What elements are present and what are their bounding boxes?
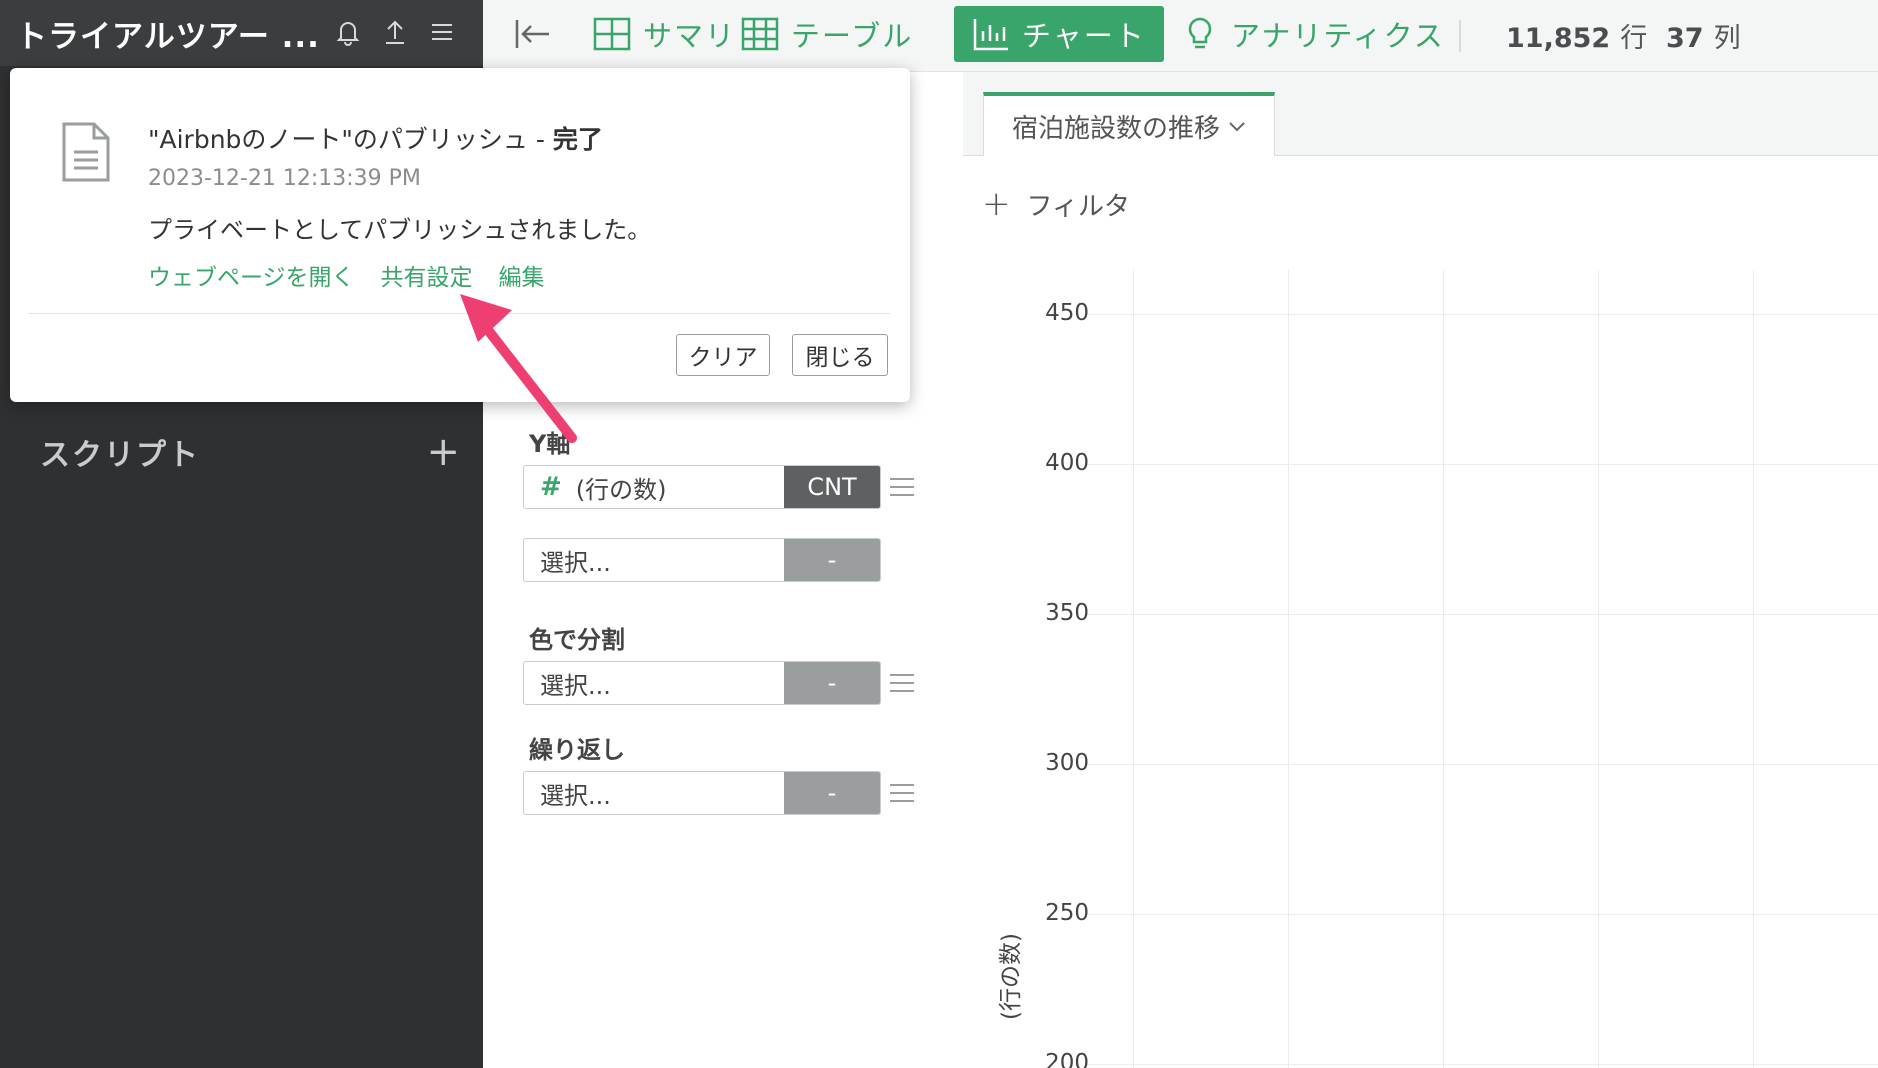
column-count-value: 37 — [1666, 23, 1704, 54]
x-gridline — [1133, 270, 1134, 1068]
analytics-label: アナリティクス — [1231, 19, 1445, 53]
color-split-field[interactable]: 選択... — [524, 662, 784, 704]
repeat-label: 繰り返し — [529, 736, 625, 764]
repeat-select[interactable]: 選択... - — [523, 771, 881, 815]
y-gridline — [1085, 764, 1878, 765]
x-gridline — [1288, 270, 1289, 1068]
color-split-label: 色で分割 — [529, 626, 625, 654]
close-button[interactable]: 閉じる — [792, 334, 888, 376]
x-gridline — [1753, 270, 1754, 1068]
popup-message: プライベートとしてパブリッシュされました。 — [148, 216, 652, 244]
chevron-down-icon — [1229, 122, 1245, 132]
toolbar-divider — [1459, 20, 1461, 52]
repeat-aggregation[interactable]: - — [784, 772, 880, 814]
y-gridline — [1085, 314, 1878, 315]
repeat-field[interactable]: 選択... — [524, 772, 784, 814]
add-filter-button[interactable]: + フィルタ — [982, 184, 1130, 224]
y-tick-label: 300 — [1045, 750, 1089, 776]
number-type-icon: # — [540, 472, 562, 502]
column-count: 37 列 — [1666, 16, 1741, 55]
y-gridline — [1085, 914, 1878, 915]
y-tick-label: 350 — [1045, 600, 1089, 626]
chart-area: (行の数) 450 400 350 300 250 200 — [963, 250, 1878, 1068]
table-button[interactable]: テーブル — [723, 6, 931, 62]
clear-button[interactable]: クリア — [676, 334, 770, 376]
row-count-unit: 行 — [1620, 23, 1648, 54]
repeat-menu-icon[interactable] — [890, 784, 914, 804]
collapse-sidebar-icon[interactable] — [513, 16, 553, 52]
y-gridline — [1085, 464, 1878, 465]
plus-icon: + — [982, 184, 1011, 224]
add-script-button[interactable]: + — [426, 432, 460, 472]
chart-button[interactable]: チャート — [954, 6, 1164, 62]
popup-title-text: "Airbnbのノート"のパブリッシュ - — [148, 125, 553, 154]
y-gridline — [1085, 614, 1878, 615]
share-settings-link[interactable]: 共有設定 — [381, 258, 473, 292]
table-icon — [741, 17, 779, 51]
popup-divider — [28, 313, 890, 314]
summary-grid-icon — [593, 17, 631, 51]
color-split-aggregation[interactable]: - — [784, 662, 880, 704]
document-icon — [60, 120, 112, 184]
tab-lodging-trend[interactable]: 宿泊施設数の推移 — [983, 92, 1276, 156]
bar-chart-icon — [973, 19, 1008, 51]
filter-label: フィルタ — [1026, 191, 1130, 222]
y-axis-field[interactable]: # (行の数) — [524, 466, 784, 508]
y-tick-label: 450 — [1045, 300, 1089, 326]
y-axis-value: (行の数) — [575, 475, 667, 504]
menu-icon[interactable] — [424, 14, 460, 50]
popup-timestamp: 2023-12-21 12:13:39 PM — [148, 166, 421, 191]
column-count-unit: 列 — [1713, 23, 1741, 54]
table-label: テーブル — [791, 19, 914, 53]
color-split-menu-icon[interactable] — [890, 674, 914, 694]
analytics-button[interactable]: アナリティクス — [1163, 6, 1463, 62]
chart-label: チャート — [1022, 19, 1146, 53]
open-webpage-link[interactable]: ウェブページを開く — [148, 258, 355, 292]
popup-title-status: 完了 — [552, 125, 603, 154]
y-tick-label: 200 — [1045, 1050, 1089, 1068]
y-axis-select[interactable]: # (行の数) CNT — [523, 465, 881, 509]
x-gridline — [1443, 270, 1444, 1068]
toolbar: サマリ テーブル チャート アナリティクス 11,852 行 37 列 — [483, 0, 1878, 72]
upload-icon[interactable] — [377, 14, 413, 50]
y-axis-aggregation[interactable]: CNT — [784, 466, 880, 508]
y-axis-label: Y軸 — [529, 430, 571, 458]
x-gridline — [1598, 270, 1599, 1068]
project-title[interactable]: トライアルツアー ... — [16, 11, 326, 56]
notification-popup: "Airbnbのノート"のパブリッシュ - 完了 2023-12-21 12:1… — [10, 68, 910, 402]
y-tick-label: 400 — [1045, 450, 1089, 476]
section-title: スクリプト — [40, 438, 200, 473]
y-gridline — [1085, 1064, 1878, 1065]
row-count: 11,852 行 — [1506, 16, 1647, 55]
popup-title: "Airbnbのノート"のパブリッシュ - 完了 — [148, 120, 603, 156]
bell-icon[interactable] — [330, 14, 366, 50]
color-split-select[interactable]: 選択... - — [523, 661, 881, 705]
lightbulb-icon — [1188, 17, 1212, 49]
y-axis-title: (行の数) — [998, 933, 1024, 1020]
tab-active-label: 宿泊施設数の推移 — [1012, 113, 1221, 144]
popup-links: ウェブページを開く 共有設定 編集 — [148, 258, 545, 292]
scripts-section: スクリプト + — [40, 432, 460, 473]
y-axis-2-field[interactable]: 選択... — [524, 539, 784, 581]
row-count-value: 11,852 — [1506, 23, 1611, 54]
y-axis-menu-icon[interactable] — [890, 478, 914, 498]
y-tick-label: 250 — [1045, 900, 1089, 926]
edit-link[interactable]: 編集 — [499, 258, 545, 292]
y-axis-2-select[interactable]: 選択... - — [523, 538, 881, 582]
y-axis-2-aggregation[interactable]: - — [784, 539, 880, 581]
